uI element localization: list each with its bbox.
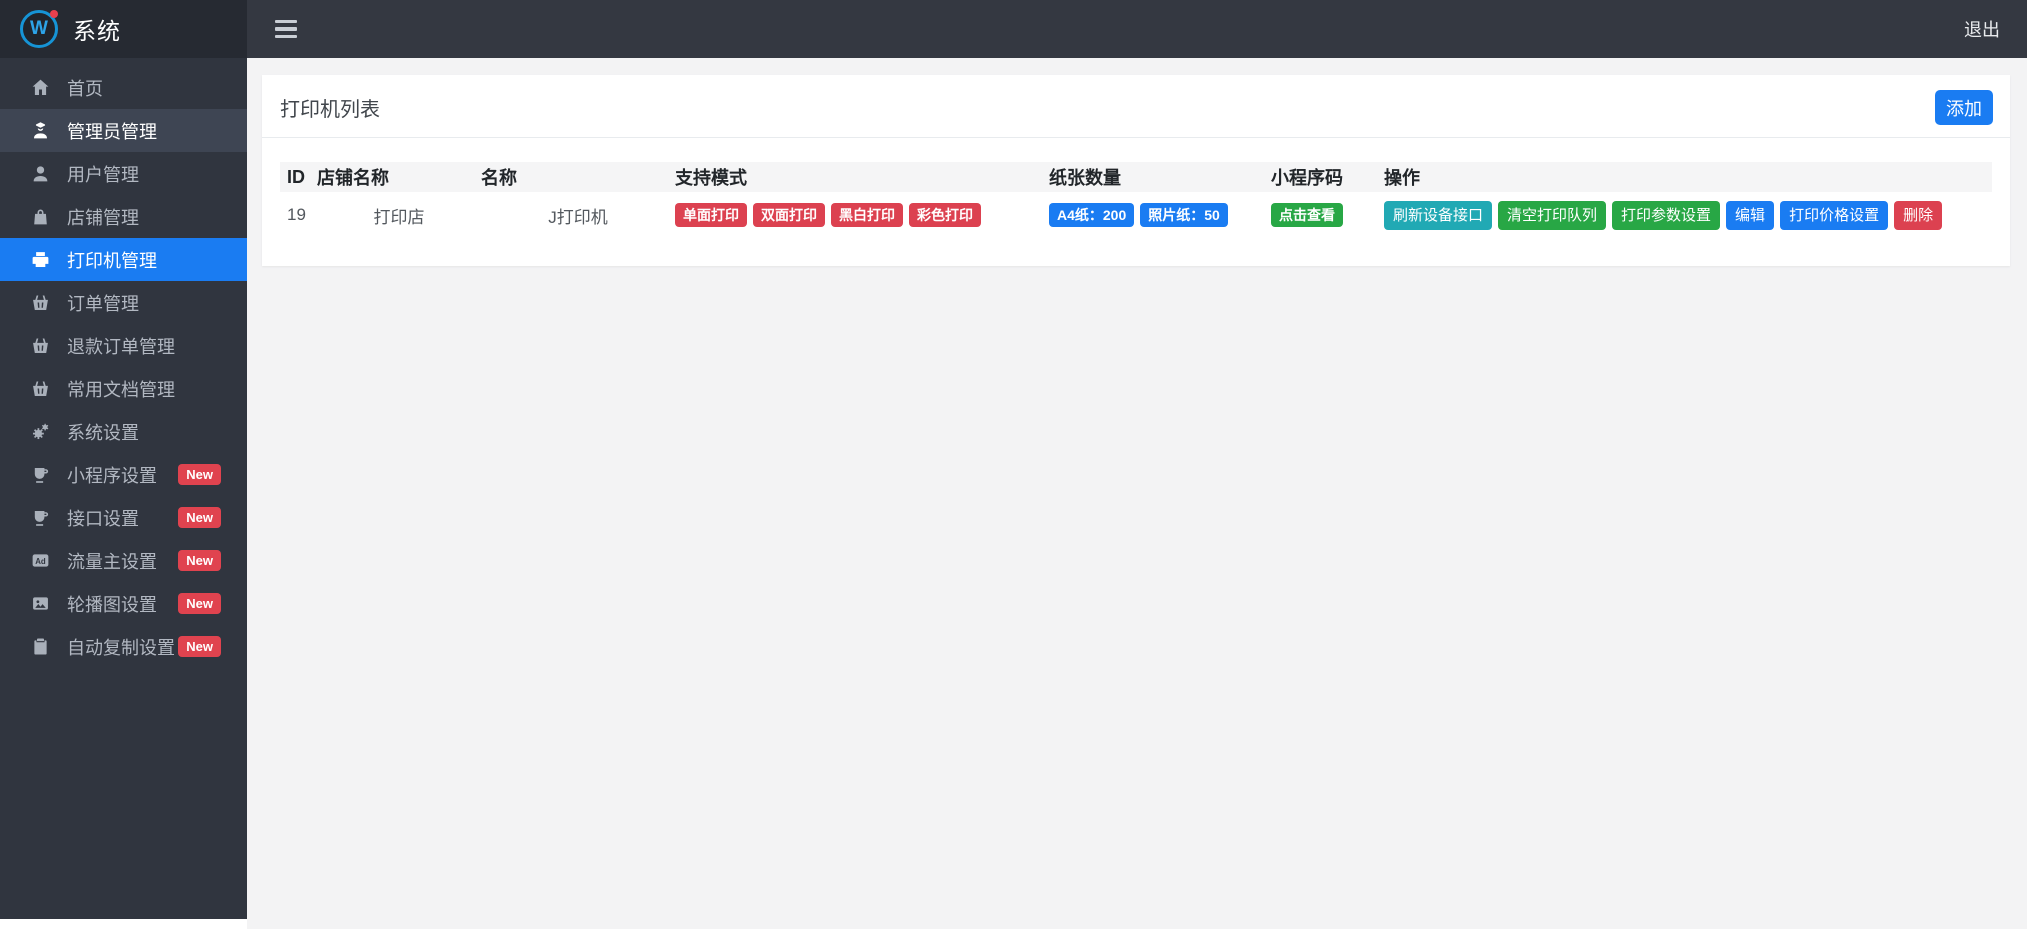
new-badge: New — [178, 464, 221, 485]
sidebar-item-label: 管理员管理 — [67, 121, 157, 142]
gears-icon — [30, 421, 54, 442]
basket-icon — [30, 378, 54, 399]
sidebar: W 系统 首页管理员管理用户管理店铺管理打印机管理订单管理退款订单管理 常用文档管… — [0, 0, 247, 919]
op-button[interactable]: 刷新设备接口 — [1384, 200, 1493, 230]
main-content: 打印机列表 添加 ID 店铺名称 名称 支持模式 纸张数量 小程序码 操作 19 打印店 J打印… — [247, 58, 2027, 929]
card-header: 打印机列表 添加 — [262, 75, 2010, 138]
sidebar-item[interactable]: 退款订单管理 — [0, 324, 247, 367]
sidebar-header: W 系统 — [0, 0, 247, 58]
sidebar-item-label: 退款订单管理 — [67, 336, 175, 357]
paper-badge: 照片纸：50 — [1140, 203, 1228, 227]
menu-toggle-icon[interactable] — [271, 16, 301, 43]
add-button[interactable]: 添加 — [1935, 90, 1993, 125]
sidebar-item-label: 流量主设置 — [67, 551, 157, 572]
image-icon — [30, 593, 54, 614]
sidebar-item[interactable]: 管理员管理 — [0, 109, 247, 152]
new-badge: New — [178, 507, 221, 528]
app-root: W 系统 首页管理员管理用户管理店铺管理打印机管理订单管理退款订单管理 常用文档管… — [0, 0, 2027, 929]
op-button[interactable]: 打印参数设置 — [1612, 200, 1721, 230]
sidebar-item-label: 用户管理 — [67, 164, 139, 185]
sidebar-item[interactable]: Ad 流量主设置 New — [0, 539, 247, 582]
mode-badge: 黑白打印 — [831, 203, 903, 227]
sidebar-item-label: 首页 — [67, 78, 103, 99]
sidebar-item-label: 自动复制设置 — [67, 637, 175, 658]
sidebar-item[interactable]: 系统设置 — [0, 410, 247, 453]
sidebar-item[interactable]: 首页 — [0, 66, 247, 109]
clipboard-icon — [30, 636, 54, 657]
sidebar-item[interactable]: 用户管理 — [0, 152, 247, 195]
column-header: 操作 — [1384, 168, 1420, 188]
printer-list-card: 打印机列表 添加 ID 店铺名称 名称 支持模式 纸张数量 小程序码 操作 19 打印店 J打印… — [262, 75, 2010, 266]
topbar: 退出 — [247, 0, 2027, 58]
logo-notification-dot — [50, 10, 58, 18]
sidebar-item[interactable]: 轮播图设置 New — [0, 582, 247, 625]
app-logo: W — [20, 10, 58, 48]
cell-modes: 单面打印 双面打印 黑白打印 彩色打印 — [675, 203, 1049, 227]
basket-icon — [30, 292, 54, 313]
printer-icon — [30, 249, 54, 270]
app-title: 系统 — [73, 18, 121, 44]
sidebar-item[interactable]: 小程序设置 New — [0, 453, 247, 496]
cell-paper: A4纸：200 照片纸：50 — [1049, 203, 1271, 227]
sidebar-item-label: 接口设置 — [67, 508, 139, 529]
bag-icon — [30, 206, 54, 227]
cell-operations: 刷新设备接口 清空打印队列 打印参数设置 编辑 打印价格设置 删除 — [1384, 200, 1992, 230]
sidebar-item[interactable]: 订单管理 — [0, 281, 247, 324]
sidebar-item-label: 小程序设置 — [67, 465, 157, 486]
op-button[interactable]: 清空打印队列 — [1498, 200, 1607, 230]
cell-qrcode: 点击查看 — [1271, 203, 1384, 227]
cell-shop-name: 打印店 — [373, 207, 425, 227]
column-header: 店铺名称 — [317, 168, 389, 188]
paper-badge: A4纸：200 — [1049, 203, 1135, 227]
home-icon — [30, 77, 54, 98]
column-header: 支持模式 — [675, 168, 747, 188]
op-button[interactable]: 删除 — [1894, 200, 1943, 230]
sidebar-item[interactable]: 常用文档管理 — [0, 367, 247, 410]
user-icon — [30, 163, 54, 184]
table-row: 19 打印店 J打印机 单面打印 双面打印 黑白打印 彩色打印 A4纸：200 照片纸：50 点击… — [280, 192, 1992, 238]
mode-badge: 双面打印 — [753, 203, 825, 227]
mode-badge: 单面打印 — [675, 203, 747, 227]
op-button[interactable]: 编辑 — [1726, 200, 1775, 230]
sidebar-item-label: 打印机管理 — [67, 250, 157, 271]
sidebar-item-label: 系统设置 — [67, 422, 139, 443]
page-title: 打印机列表 — [280, 99, 380, 121]
sidebar-menu: 首页管理员管理用户管理店铺管理打印机管理订单管理退款订单管理 常用文档管理 系统设置… — [0, 58, 247, 668]
column-header: 名称 — [481, 168, 517, 188]
basket-icon — [30, 335, 54, 356]
new-badge: New — [178, 636, 221, 657]
logo-letter: W — [30, 18, 48, 39]
column-header: ID — [287, 166, 305, 187]
admin-icon — [30, 120, 54, 141]
table-header-row: ID 店铺名称 名称 支持模式 纸张数量 小程序码 操作 — [280, 162, 1992, 192]
sidebar-item-label: 常用文档管理 — [67, 379, 175, 400]
sidebar-item[interactable]: 打印机管理 — [0, 238, 247, 281]
sidebar-item[interactable]: 自动复制设置 New — [0, 625, 247, 668]
op-button[interactable]: 打印价格设置 — [1780, 200, 1889, 230]
sidebar-bottom-strip — [0, 919, 247, 929]
logout-link[interactable]: 退出 — [1964, 16, 2000, 42]
qr-view-badge[interactable]: 点击查看 — [1271, 203, 1343, 227]
sidebar-item-label: 轮播图设置 — [67, 594, 157, 615]
cup-icon — [30, 464, 54, 485]
ad-icon: Ad — [30, 550, 54, 571]
cup-icon — [30, 507, 54, 528]
column-header: 纸张数量 — [1049, 168, 1121, 188]
cell-id: 19 — [287, 205, 306, 224]
mode-badge: 彩色打印 — [909, 203, 981, 227]
card-body: ID 店铺名称 名称 支持模式 纸张数量 小程序码 操作 19 打印店 J打印机 单面打印 双面打印… — [262, 138, 2010, 266]
new-badge: New — [178, 550, 221, 571]
sidebar-item-label: 店铺管理 — [67, 207, 139, 228]
svg-text:Ad: Ad — [35, 557, 46, 566]
new-badge: New — [178, 593, 221, 614]
column-header: 小程序码 — [1271, 168, 1343, 188]
sidebar-item[interactable]: 接口设置 New — [0, 496, 247, 539]
cell-printer-name: J打印机 — [548, 207, 608, 227]
sidebar-item-label: 订单管理 — [67, 293, 139, 314]
table-body: 19 打印店 J打印机 单面打印 双面打印 黑白打印 彩色打印 A4纸：200 照片纸：50 点击… — [280, 192, 1992, 238]
sidebar-item[interactable]: 店铺管理 — [0, 195, 247, 238]
